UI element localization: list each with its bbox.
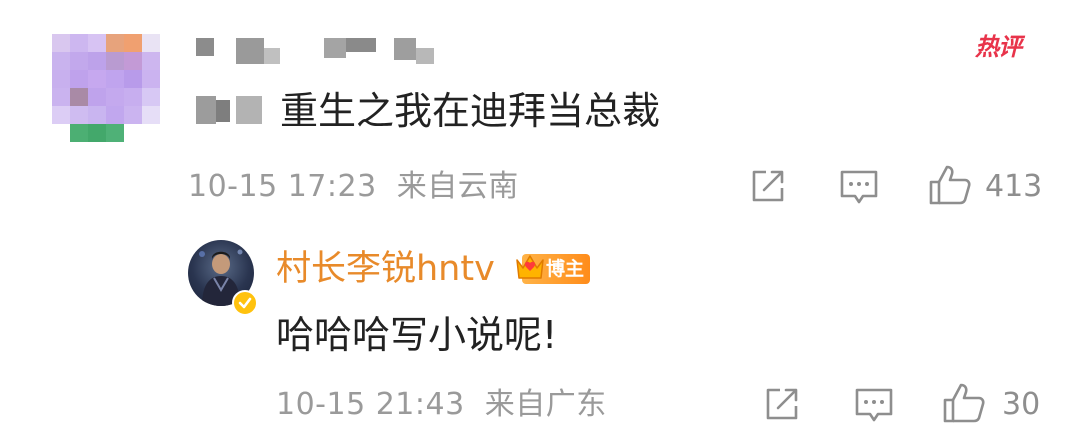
comment-location: 来自云南 [396, 169, 519, 204]
hot-comment-badge: 热评 [975, 33, 1022, 61]
comment-icon[interactable] [839, 169, 879, 205]
reply-like-count: 30 [1002, 387, 1041, 422]
share-icon[interactable] [764, 386, 800, 422]
blogger-badge: 博主 [516, 254, 591, 284]
commenter-name-blurred[interactable] [196, 34, 446, 74]
verified-icon [232, 290, 258, 316]
reply-text: 哈哈哈写小说呢! [276, 313, 558, 357]
reply-meta: 10-15 21:43 来自广东 [276, 390, 607, 420]
reply-author-name[interactable]: 村长李锐hntv [276, 252, 495, 287]
comment-meta: 10-15 17:23 来自云南 [188, 172, 519, 202]
comment-text: 重生之我在迪拜当总裁 [280, 89, 661, 133]
commenter-avatar-blurred[interactable] [52, 34, 164, 146]
share-icon[interactable] [750, 168, 786, 204]
blogger-badge-label: 博主 [546, 258, 585, 280]
comment-time: 10-15 17:23 [188, 169, 377, 204]
comment-like-count: 413 [985, 169, 1043, 204]
reply-time: 10-15 21:43 [276, 387, 465, 422]
crown-icon [516, 255, 544, 279]
like-icon[interactable] [928, 164, 972, 206]
reply-location: 来自广东 [484, 387, 607, 422]
comment-icon[interactable] [854, 387, 894, 423]
like-icon[interactable] [942, 382, 986, 424]
commenter-tag-blurred [196, 94, 268, 128]
